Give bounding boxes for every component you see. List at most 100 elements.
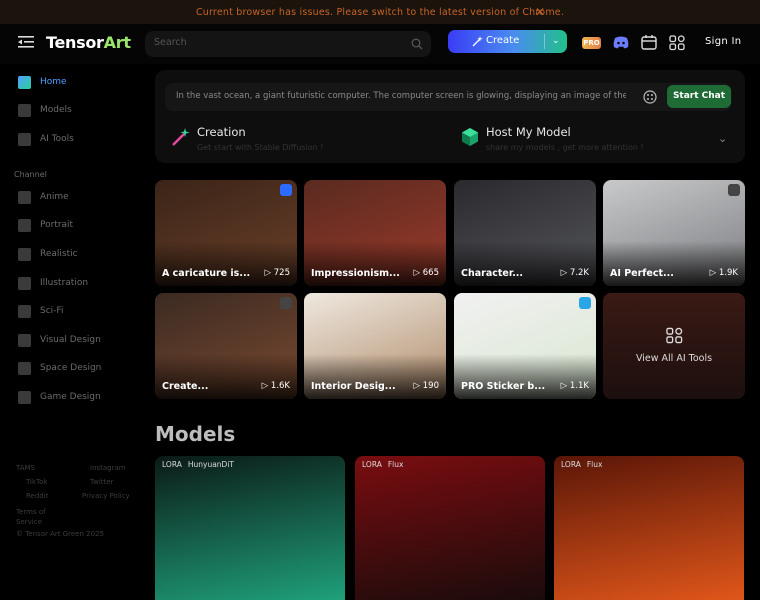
- chevron-down-icon[interactable]: ⌄: [552, 36, 560, 46]
- sidebar: Home Models AI Tools Channel Anime Portr…: [0, 64, 140, 600]
- ai-tool-card[interactable]: Character... ▷ 7.2K: [454, 180, 596, 286]
- tool-run-count: ▷ 1.9K: [710, 268, 738, 278]
- magic-wand-icon: [472, 36, 483, 47]
- footer-privacy-link[interactable]: Privacy Policy: [82, 492, 130, 500]
- portrait-icon: [18, 218, 31, 232]
- run-count-value: 665: [422, 268, 439, 278]
- footer-terms-link[interactable]: Terms of Service: [16, 507, 56, 527]
- footer-reddit-link[interactable]: Reddit: [26, 492, 48, 500]
- model-tag: LORA: [162, 460, 182, 469]
- sidebar-item-ai-tools[interactable]: AI Tools: [18, 130, 74, 148]
- tool-run-count: ▷ 190: [414, 381, 439, 391]
- pro-badge[interactable]: PRO: [582, 37, 601, 49]
- run-count-value: 190: [422, 381, 439, 391]
- tool-run-count: ▷ 1.6K: [262, 381, 290, 391]
- play-icon: ▷: [413, 268, 423, 278]
- cube-icon: [18, 103, 31, 117]
- start-chat-button[interactable]: Start Chat: [667, 85, 731, 108]
- channel-item-game-design[interactable]: Game Design: [18, 388, 101, 406]
- channel-item-visual-design[interactable]: Visual Design: [18, 331, 101, 349]
- search-icon[interactable]: [411, 38, 423, 50]
- logo-accent: Art: [103, 33, 131, 52]
- tool-badge-icon: [280, 184, 292, 196]
- ai-tool-card[interactable]: A caricature is... ▷ 725: [155, 180, 297, 286]
- sidebar-item-models[interactable]: Models: [18, 101, 72, 119]
- chevron-down-icon[interactable]: ⌄: [718, 132, 727, 145]
- feature-subtitle: Get start with Stable Diffusion !: [197, 143, 324, 152]
- ai-tool-card[interactable]: Create... ▷ 1.6K: [155, 293, 297, 399]
- feature-subtitle: share my models , get more attention !: [486, 143, 644, 152]
- logo-main: Tensor: [46, 33, 104, 52]
- feature-creation[interactable]: Creation Get start with Stable Diffusion…: [171, 125, 323, 152]
- search-input[interactable]: Search: [145, 31, 431, 57]
- sidebar-collapse-icon[interactable]: [18, 35, 34, 49]
- tool-badge-icon: [579, 297, 591, 309]
- view-all-ai-tools-button[interactable]: View All AI Tools: [603, 293, 745, 399]
- banner-message: Current browser has issues. Please switc…: [195, 6, 565, 18]
- calendar-icon[interactable]: [640, 34, 658, 51]
- ufo-icon: [18, 304, 31, 318]
- tool-caption: Impressionism...: [311, 268, 400, 279]
- gamepad-icon: [18, 390, 31, 404]
- card-shade: [454, 241, 596, 286]
- tensorart-logo[interactable]: TensorArt: [46, 33, 131, 52]
- prompt-input[interactable]: In the vast ocean, a giant futuristic co…: [165, 83, 732, 111]
- tool-caption: Character...: [461, 268, 524, 279]
- footer-tams-link[interactable]: TAMS: [16, 464, 35, 472]
- tool-caption: AI Perfect...: [610, 268, 674, 279]
- ai-tool-card[interactable]: Impressionism... ▷ 665: [304, 180, 446, 286]
- channel-item-realistic[interactable]: Realistic: [18, 245, 78, 263]
- tools-icon: [18, 132, 31, 146]
- sign-in-button[interactable]: Sign In: [705, 36, 741, 47]
- feature-title: Host My Model: [486, 125, 571, 139]
- tool-caption: PRO Sticker b...: [461, 381, 546, 392]
- tool-caption: Create...: [162, 381, 209, 392]
- channel-label: Game Design: [40, 392, 101, 402]
- model-tag: LORA: [362, 460, 382, 469]
- channel-label: Space Design: [40, 363, 102, 373]
- ai-tool-card[interactable]: PRO Sticker b... ▷ 1.1K: [454, 293, 596, 399]
- tool-badge-icon: [728, 184, 740, 196]
- ai-tool-card[interactable]: AI Perfect... ▷ 1.9K: [603, 180, 745, 286]
- model-tag: HunyuanDiT: [187, 460, 234, 469]
- channel-label: Sci-Fi: [40, 306, 64, 316]
- channel-item-anime[interactable]: Anime: [18, 188, 69, 206]
- footer-twitter-link[interactable]: Twitter: [90, 478, 113, 486]
- channel-label: Visual Design: [40, 335, 101, 345]
- card-shade: [155, 241, 297, 286]
- card-shade: [603, 241, 745, 286]
- channel-item-portrait[interactable]: Portrait: [18, 216, 73, 234]
- model-card[interactable]: LORA Flux: [554, 456, 744, 600]
- channel-item-sci-fi[interactable]: Sci-Fi: [18, 302, 63, 320]
- tool-badge-icon: [280, 297, 292, 309]
- tool-run-count: ▷ 725: [265, 268, 290, 278]
- play-icon: ▷: [709, 268, 719, 278]
- sidebar-item-home[interactable]: Home: [18, 73, 67, 91]
- model-tag: LORA: [561, 460, 581, 469]
- card-shade: [454, 354, 596, 399]
- ai-tool-card[interactable]: Interior Desig... ▷ 190: [304, 293, 446, 399]
- model-tags: LORA Flux: [362, 460, 409, 469]
- channel-item-space-design[interactable]: Space Design: [18, 359, 101, 377]
- play-icon: ▷: [264, 268, 274, 278]
- discord-icon[interactable]: [612, 34, 630, 51]
- visual-design-icon: [18, 333, 31, 347]
- footer-instagram-link[interactable]: Instagram: [90, 464, 126, 472]
- model-tag: Flux: [586, 460, 603, 469]
- footer-tiktok-link[interactable]: TikTok: [26, 478, 47, 486]
- channel-label: Anime: [40, 192, 69, 202]
- sidebar-item-label: Home: [40, 77, 67, 87]
- prompt-panel: In the vast ocean, a giant futuristic co…: [155, 70, 745, 163]
- models-heading: Models: [155, 422, 236, 446]
- dice-icon[interactable]: [643, 90, 657, 104]
- model-card[interactable]: LORA HunyuanDiT: [155, 456, 345, 600]
- channel-heading: Channel: [14, 170, 47, 179]
- channel-label: Illustration: [40, 278, 89, 288]
- channel-item-illustration[interactable]: Illustration: [18, 274, 88, 292]
- create-button[interactable]: Create ⌄: [448, 30, 567, 53]
- apps-grid-icon[interactable]: [668, 34, 686, 51]
- feature-host-model[interactable]: Host My Model share my models , get more…: [460, 125, 644, 152]
- banner-close-icon[interactable]: ✕: [535, 5, 545, 19]
- model-tags: LORA Flux: [561, 460, 608, 469]
- model-card[interactable]: LORA Flux: [355, 456, 545, 600]
